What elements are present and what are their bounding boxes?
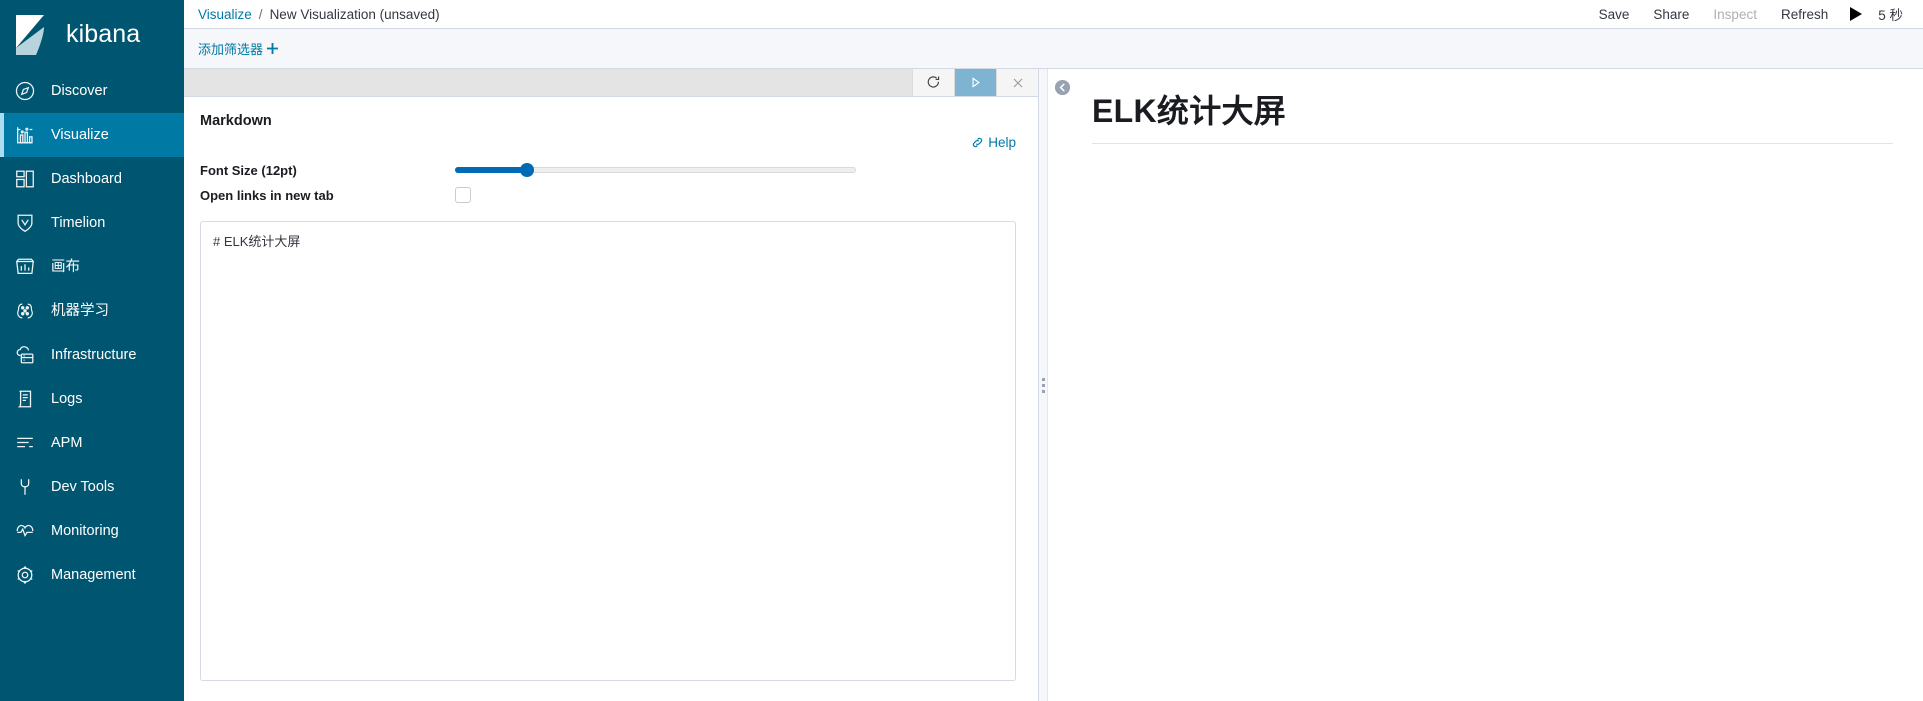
sidebar-item-label: Visualize [51,126,109,143]
dashboard-grid-icon [14,168,36,190]
font-size-slider[interactable] [455,162,856,178]
sidebar-item-label: Dev Tools [51,478,115,495]
sidebar-item-label: APM [51,434,83,451]
canvas-icon [14,256,36,278]
sidebar-item-infrastructure[interactable]: Infrastructure [0,333,184,377]
brand-header[interactable]: kibana [0,0,184,69]
sidebar-item-management[interactable]: Management [0,553,184,597]
sidebar-item-label: Discover [51,82,108,99]
kibana-logo-icon [14,14,52,55]
sidebar-nav: Discover Visualize Dashboard Timelion 画布… [0,69,184,597]
open-links-control [455,187,1016,203]
primary-sidebar: kibana Discover Visualize Dashboard Time… [0,0,184,701]
slider-thumb[interactable] [520,163,535,177]
close-x-icon[interactable] [996,69,1038,96]
add-filter-label: 添加筛选器 [198,42,264,57]
filter-bar: 添加筛选器 [184,28,1923,69]
top-header-bar: Visualize / New Visualization (unsaved) … [184,0,1923,28]
font-size-row: Font Size (12pt) [200,162,1016,178]
editor-body: Markdown Help Font Size (12pt) Open link… [184,97,1038,701]
breadcrumb-current: New Visualization (unsaved) [269,6,440,22]
preview-divider [1092,143,1893,144]
help-row: Help [200,135,1016,150]
sidebar-item-label: 机器学习 [51,302,109,319]
sidebar-item-dev-tools[interactable]: Dev Tools [0,465,184,509]
machine-learning-icon [14,300,36,322]
gear-icon [14,564,36,586]
preview-heading: ELK统计大屏 [1092,93,1287,129]
refresh-interval-label[interactable]: 5 秒 [1872,4,1905,24]
bar-chart-icon [14,124,36,146]
sidebar-item-apm[interactable]: APM [0,421,184,465]
open-links-checkbox[interactable] [455,187,471,203]
top-actions: Save Share Inspect Refresh 5 秒 [1587,4,1905,24]
share-button[interactable]: Share [1641,7,1701,22]
main-region: Visualize / New Visualization (unsaved) … [184,0,1923,701]
sidebar-item-label: Infrastructure [51,346,137,363]
markdown-input[interactable]: # ELK统计大屏 [200,221,1016,681]
wrench-icon [14,476,36,498]
font-size-control [455,162,1016,178]
brand-name: kibana [66,20,141,48]
sidebar-item-label: Management [51,566,136,583]
logs-document-icon [14,388,36,410]
sidebar-item-visualize[interactable]: Visualize [0,113,184,157]
content-region: Markdown Help Font Size (12pt) Open link… [184,69,1923,701]
sidebar-item-logs[interactable]: Logs [0,377,184,421]
breadcrumb-separator: / [258,6,263,22]
sidebar-item-label: 画布 [51,258,80,275]
help-label: Help [988,135,1016,150]
save-button[interactable]: Save [1587,7,1642,22]
sidebar-item-dashboard[interactable]: Dashboard [0,157,184,201]
apm-lines-icon [14,432,36,454]
breadcrumb-visualize-link[interactable]: Visualize [198,7,252,22]
sidebar-item-machine-learning[interactable]: 机器学习 [0,289,184,333]
open-links-label: Open links in new tab [200,187,334,203]
chevron-left-circle-icon[interactable] [1054,79,1071,96]
sidebar-item-discover[interactable]: Discover [0,69,184,113]
refresh-circular-arrow-icon[interactable] [912,69,954,96]
markdown-preview: ELK统计大屏 [1048,69,1923,701]
play-triangle-icon[interactable] [1840,7,1872,21]
slider-fill [455,167,528,173]
markdown-input-value: # ELK统计大屏 [213,234,301,249]
apply-play-icon[interactable] [954,69,996,96]
sidebar-item-label: Timelion [51,214,106,231]
visualization-editor-panel: Markdown Help Font Size (12pt) Open link… [184,69,1039,701]
breadcrumb: Visualize / New Visualization (unsaved) [198,7,440,22]
editor-toolbar [184,69,1038,97]
add-filter-button[interactable]: 添加筛选器 [198,39,279,58]
help-link[interactable]: Help [971,135,1016,150]
link-icon [971,136,984,149]
sidebar-item-label: Monitoring [51,522,119,539]
infrastructure-cloud-icon [14,344,36,366]
inspect-button: Inspect [1713,6,1757,22]
heartbeat-icon [14,520,36,542]
refresh-button[interactable]: Refresh [1769,7,1840,22]
open-links-row: Open links in new tab [200,187,1016,203]
visualization-preview-panel: ELK统计大屏 [1048,69,1923,701]
kibana-app: kibana Discover Visualize Dashboard Time… [0,0,1923,701]
sidebar-item-canvas[interactable]: 画布 [0,245,184,289]
sidebar-item-timelion[interactable]: Timelion [0,201,184,245]
plus-icon [267,43,279,54]
timelion-shield-icon [14,212,36,234]
sidebar-item-label: Logs [51,390,83,407]
drag-handle-icon [1041,377,1045,393]
compass-icon [14,80,36,102]
sidebar-item-monitoring[interactable]: Monitoring [0,509,184,553]
panel-splitter[interactable] [1039,69,1048,701]
font-size-label: Font Size (12pt) [200,162,297,178]
editor-title: Markdown [200,113,272,129]
sidebar-item-label: Dashboard [51,170,122,187]
